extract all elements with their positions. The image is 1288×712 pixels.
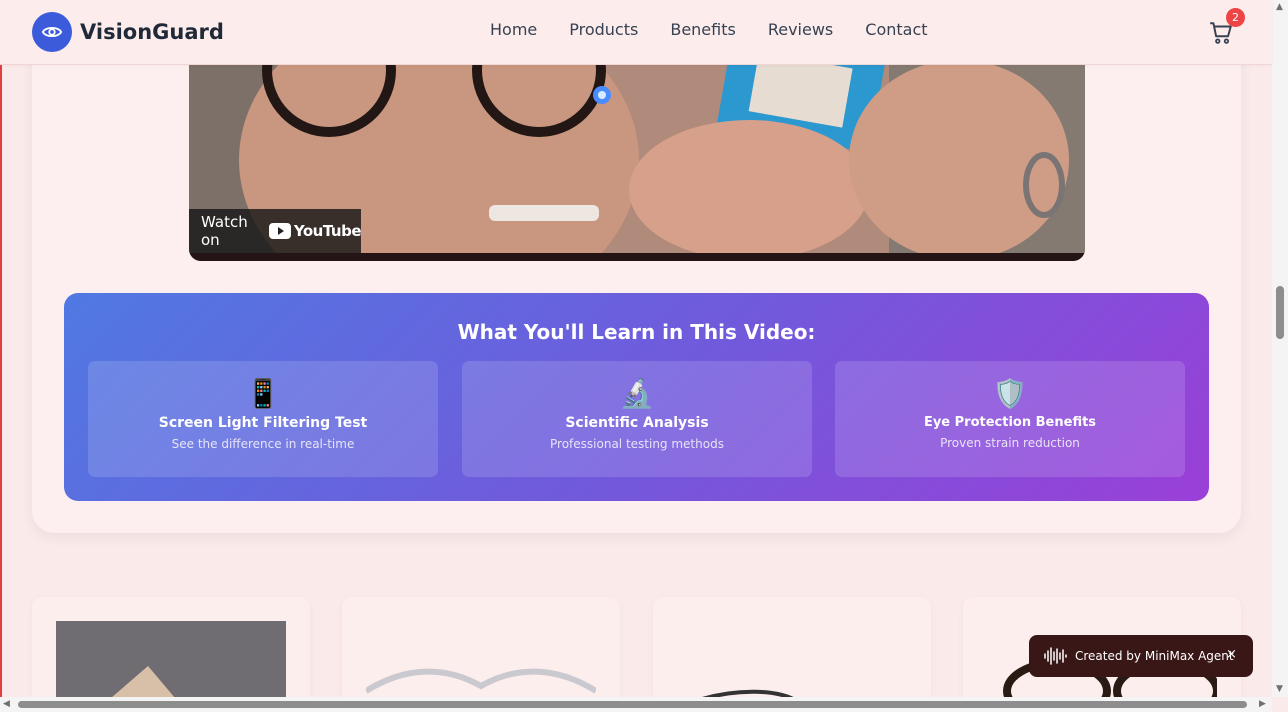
nav-reviews[interactable]: Reviews — [768, 20, 833, 39]
feature-subtitle: Professional testing methods — [550, 437, 724, 451]
product-image — [364, 621, 598, 707]
feature-title: Screen Light Filtering Test — [158, 415, 368, 431]
feature-card-eye-protection: 🛡️ Eye Protection Benefits Proven strain… — [835, 361, 1185, 477]
toast-text: Created by MiniMax Agent — [1075, 649, 1234, 663]
cart-count-badge: 2 — [1226, 8, 1245, 27]
waveform-icon — [1044, 647, 1067, 665]
phone-icon: 📱 — [245, 377, 281, 410]
nav-home[interactable]: Home — [490, 20, 537, 39]
brand-logo[interactable]: VisionGuard — [32, 12, 224, 52]
video-learn-panel: What You'll Learn in This Video: 📱 Scree… — [64, 293, 1209, 501]
close-icon[interactable]: × — [1226, 647, 1237, 662]
product-card[interactable] — [32, 597, 310, 707]
youtube-logo: YouTube — [268, 222, 362, 240]
feature-title: Scientific Analysis — [565, 415, 709, 431]
feature-card-scientific-analysis: 🔬 Scientific Analysis Professional testi… — [462, 361, 812, 477]
feature-title: Eye Protection Benefits — [923, 415, 1097, 430]
youtube-wordmark: YouTube — [293, 222, 362, 240]
scroll-up-icon[interactable]: ▲ — [1276, 2, 1283, 12]
product-image — [677, 621, 907, 707]
brand-name: VisionGuard — [80, 20, 224, 44]
main-nav: Home Products Benefits Reviews Contact — [474, 20, 944, 39]
nav-benefits[interactable]: Benefits — [670, 20, 736, 39]
video-progress-bar — [189, 253, 1085, 261]
youtube-video-embed[interactable]: Watch on YouTube — [189, 40, 1085, 261]
nav-products[interactable]: Products — [569, 20, 638, 39]
eye-icon — [32, 12, 72, 52]
product-image — [56, 621, 286, 707]
scroll-left-icon[interactable]: ◀ — [3, 699, 10, 709]
scroll-down-icon[interactable]: ▼ — [1276, 684, 1283, 694]
watch-on-youtube-button[interactable]: Watch on YouTube — [189, 209, 362, 253]
vertical-scrollbar[interactable]: ▲ ▼ — [1272, 0, 1288, 697]
watch-label: Watch on — [201, 213, 248, 249]
product-card[interactable] — [653, 597, 931, 707]
product-card[interactable] — [342, 597, 620, 707]
horizontal-scroll-thumb[interactable] — [18, 701, 1247, 708]
scroll-right-icon[interactable]: ▶ — [1259, 699, 1266, 709]
minimax-agent-toast: Created by MiniMax Agent × — [1029, 635, 1253, 677]
page-edge — [0, 0, 2, 712]
microscope-icon: 🔬 — [619, 377, 655, 410]
feature-subtitle: See the difference in real-time — [171, 437, 355, 451]
feature-card-screen-test: 📱 Screen Light Filtering Test See the di… — [88, 361, 438, 477]
shield-icon: 🛡️ — [992, 377, 1028, 410]
site-header: VisionGuard Home Products Benefits Revie… — [0, 0, 1272, 65]
vertical-scroll-thumb[interactable] — [1276, 286, 1284, 339]
nav-contact[interactable]: Contact — [865, 20, 927, 39]
feature-subtitle: Proven strain reduction — [940, 436, 1080, 450]
horizontal-scrollbar[interactable]: ◀ ▶ — [0, 697, 1272, 712]
learn-title: What You'll Learn in This Video: — [457, 320, 816, 344]
youtube-play-icon — [268, 223, 291, 239]
